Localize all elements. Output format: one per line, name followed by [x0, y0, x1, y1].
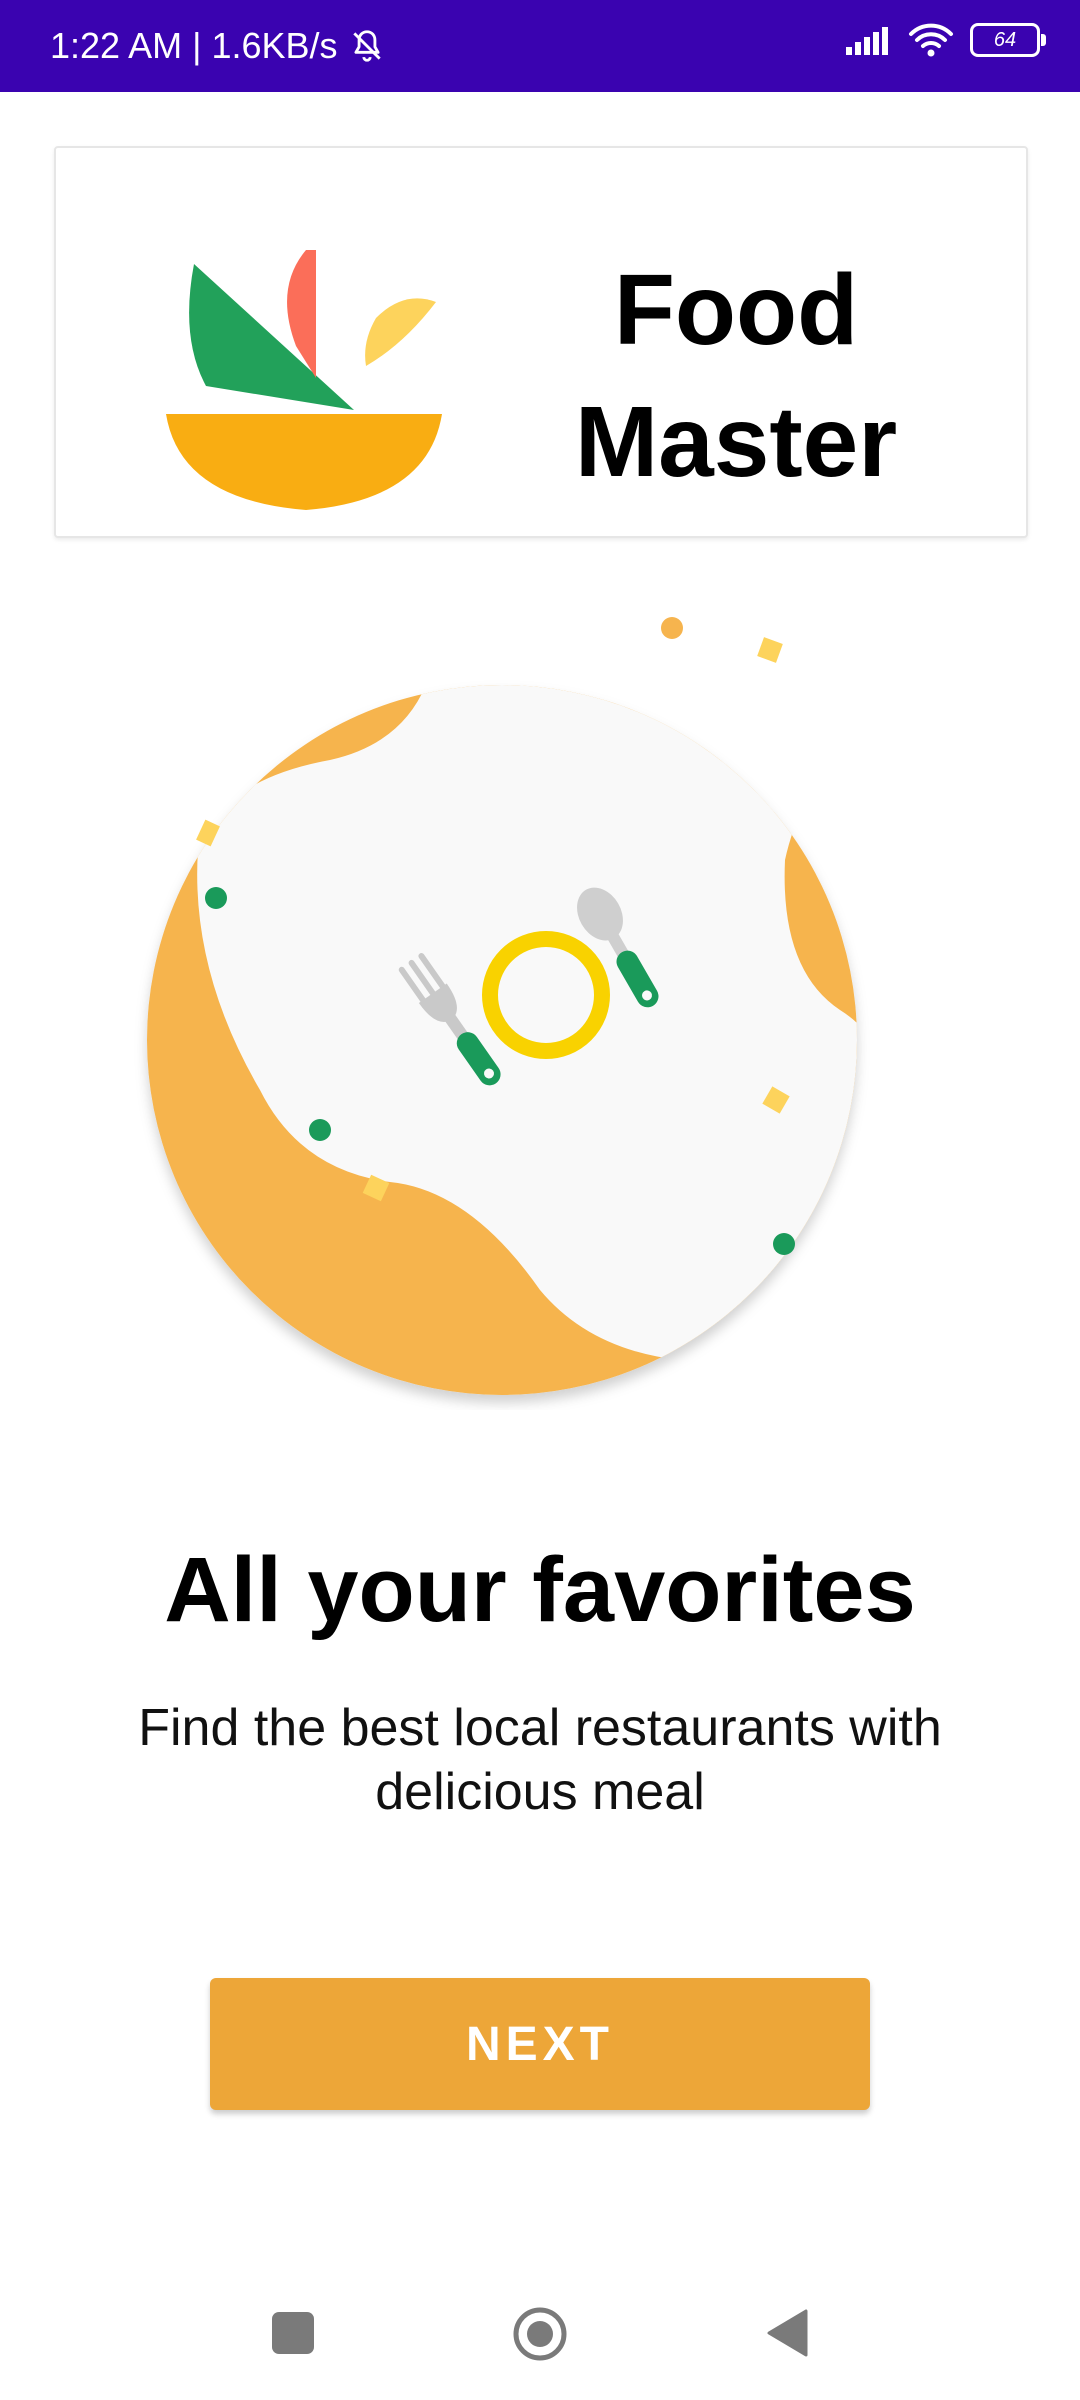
signal-icon	[846, 27, 888, 55]
plate-fork-spoon-illustration	[147, 617, 857, 1395]
next-button[interactable]: NEXT	[210, 1978, 870, 2110]
system-nav-bar	[0, 2270, 1080, 2400]
confetti-square	[757, 637, 783, 663]
onboarding-description: Find the best local restaurants with del…	[138, 1699, 942, 1821]
battery-level: 64	[993, 29, 1017, 51]
confetti-dot	[661, 617, 683, 639]
onboarding-screen: 1:22 AM | 1.6KB/s 64 Food Master All you…	[0, 0, 1080, 2400]
confetti-dot	[773, 1233, 795, 1255]
network-speed: 1.6KB/s	[211, 25, 338, 66]
status-bar: 1:22 AM | 1.6KB/s 64	[0, 0, 1080, 92]
app-title: Food Master	[574, 254, 898, 498]
recent-apps-icon[interactable]	[272, 2312, 314, 2354]
header-card: Food Master	[54, 146, 1028, 538]
status-separator: |	[192, 25, 202, 66]
food-bowl-logo-icon	[166, 250, 442, 510]
confetti-dot	[309, 1119, 331, 1141]
onboarding-headline: All your favorites	[164, 1539, 916, 1641]
wifi-icon	[909, 23, 953, 57]
bell-off-icon	[352, 30, 381, 62]
status-left: 1:22 AM | 1.6KB/s	[50, 24, 386, 68]
home-icon[interactable]	[512, 2306, 568, 2362]
battery-icon: 64	[970, 23, 1046, 57]
back-icon[interactable]	[766, 2308, 808, 2358]
status-right: 64	[844, 22, 1046, 58]
confetti-dot	[205, 887, 227, 909]
status-time: 1:22 AM	[50, 25, 183, 66]
